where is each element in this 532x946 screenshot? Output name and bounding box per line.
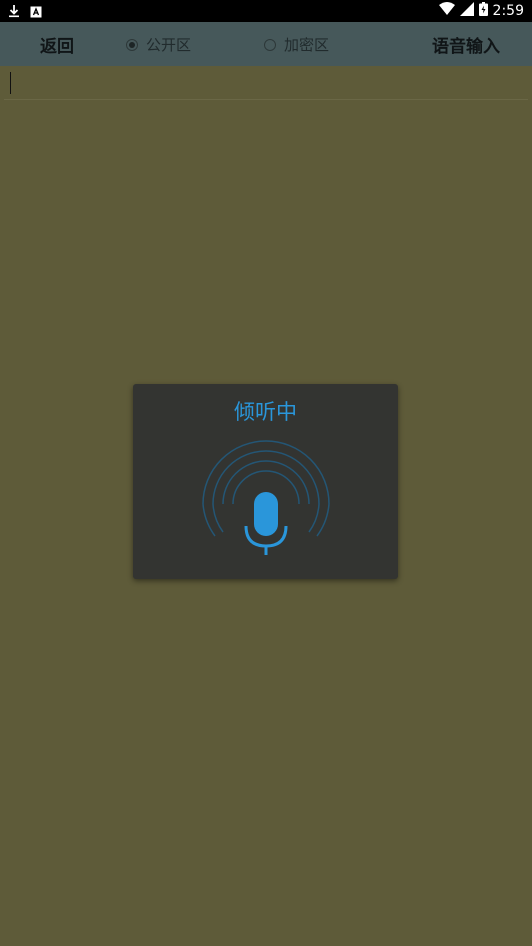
encrypted-zone-label: 加密区	[284, 36, 330, 54]
dialog-title: 倾听中	[234, 400, 297, 424]
public-zone-label: 公开区	[146, 36, 192, 54]
text-caret	[10, 72, 11, 94]
back-button[interactable]: 返回	[40, 32, 74, 57]
radio-checked-icon	[126, 38, 138, 51]
clock: 2:59	[492, 3, 524, 19]
public-zone-radio[interactable]: 公开区	[126, 34, 191, 55]
microphone-icon	[199, 434, 333, 556]
download-icon	[8, 3, 20, 22]
text-editor[interactable]	[4, 66, 528, 100]
radio-unchecked-icon	[264, 38, 276, 51]
battery-icon	[478, 2, 488, 20]
a-box-icon	[30, 3, 42, 22]
listening-dialog: 倾听中	[133, 384, 398, 579]
wifi-icon	[438, 2, 455, 20]
signal-icon	[459, 2, 474, 20]
encrypted-zone-radio[interactable]: 加密区	[264, 34, 329, 55]
status-bar: 2:59	[0, 0, 532, 22]
toolbar: 返回 公开区 加密区 语音输入	[0, 22, 532, 66]
voice-input-button[interactable]: 语音输入	[432, 32, 500, 57]
